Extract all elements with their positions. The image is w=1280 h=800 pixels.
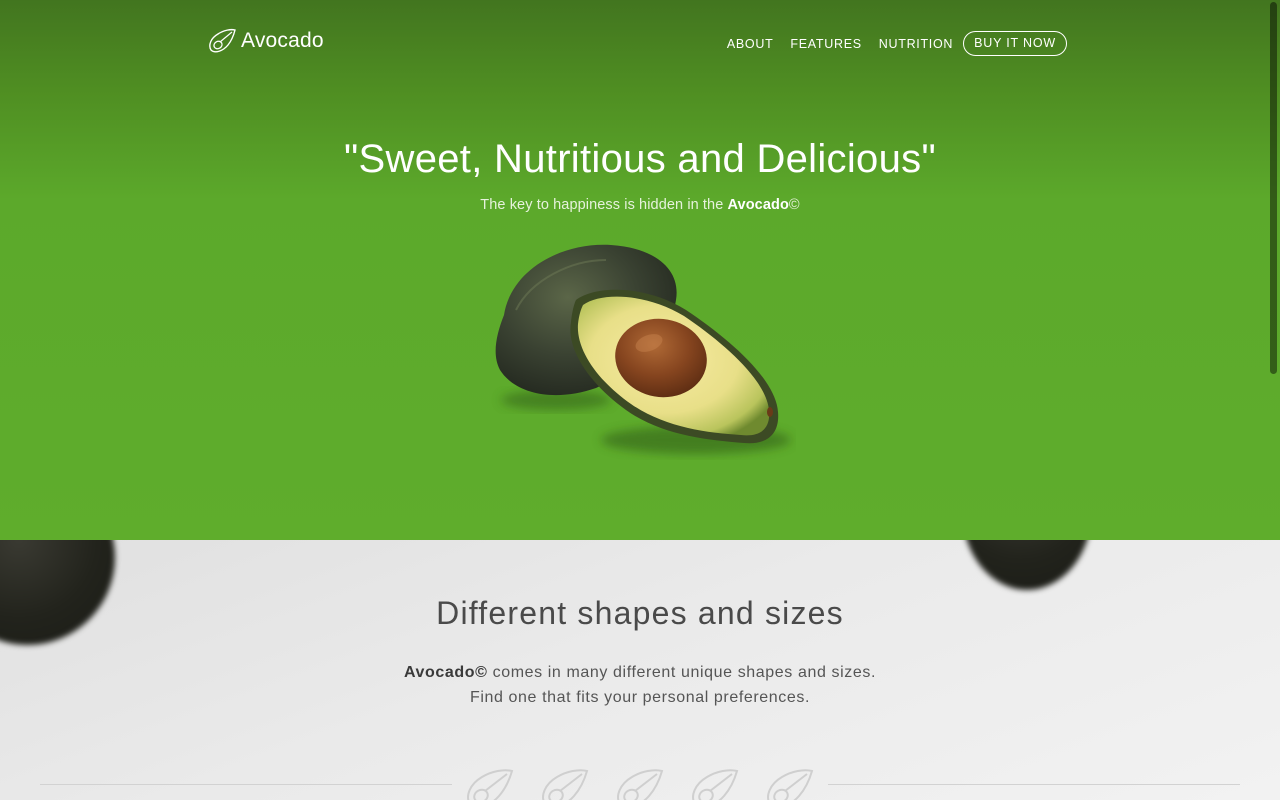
divider-icons — [462, 766, 815, 800]
hero-subline: The key to happiness is hidden in the Av… — [0, 197, 1280, 213]
avocado-logo-icon — [209, 28, 236, 53]
page-scrollbar[interactable] — [1265, 0, 1280, 800]
avocado-outline-icon — [767, 769, 814, 800]
section-description: Avocado© comes in many different unique … — [0, 660, 1280, 710]
section-line-1-text: comes in many different unique shapes an… — [487, 664, 876, 681]
hero-subline-text: The key to happiness is hidden in the — [480, 197, 728, 213]
divider-line — [40, 784, 452, 785]
avocado-outline-icon — [542, 769, 589, 800]
nav-link-about[interactable]: ABOUT — [727, 32, 774, 56]
avocado-outline-icon — [467, 769, 514, 800]
hero-headline: "Sweet, Nutritious and Delicious" — [344, 137, 936, 181]
avocado-halves-icon — [495, 244, 791, 454]
logo-text: Avocado — [241, 29, 324, 52]
divider-line — [828, 784, 1240, 785]
hero-section: Avocado ABOUT FEATURES NUTRITION BUY IT … — [0, 0, 1280, 540]
avocado-outline-icon — [692, 769, 739, 800]
nav-link-nutrition[interactable]: NUTRITION — [879, 32, 953, 56]
hero-subline-brand: Avocado — [727, 197, 789, 213]
section-description-line-2: Find one that fits your personal prefere… — [469, 689, 811, 706]
blurred-avocado-decoration — [962, 540, 1092, 590]
hero-subline-copyright: © — [788, 197, 800, 213]
avocado-outline-icon — [617, 769, 664, 800]
scrollbar-thumb[interactable] — [1270, 2, 1277, 374]
logo[interactable]: Avocado — [207, 27, 324, 55]
section-title: Different shapes and sizes — [436, 595, 844, 631]
nav-link-features[interactable]: FEATURES — [790, 32, 861, 56]
main-nav: ABOUT FEATURES NUTRITION BUY IT NOW — [710, 31, 1067, 56]
shapes-section: Different shapes and sizes Avocado© come… — [0, 540, 1280, 800]
section-brand: Avocado© — [403, 664, 488, 681]
section-description-line-1: Avocado© comes in many different unique … — [0, 660, 1280, 685]
buy-it-now-button[interactable]: BUY IT NOW — [963, 31, 1067, 56]
